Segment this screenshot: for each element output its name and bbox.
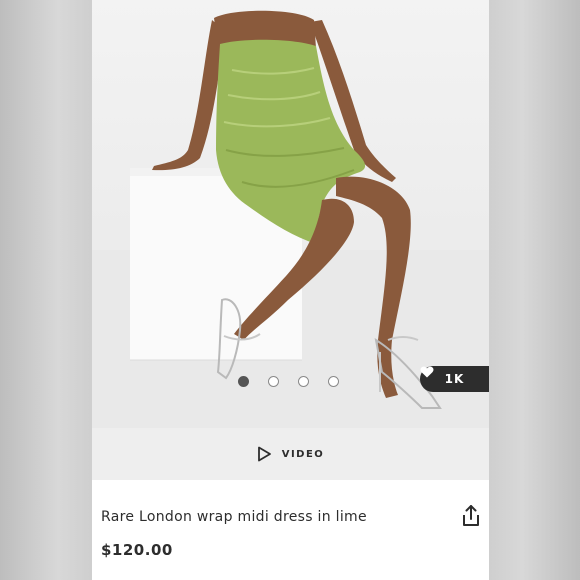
screen: 1K VIDEO Rare London wrap midi dress in …: [0, 0, 580, 580]
model-photo: [92, 10, 489, 428]
play-icon: [257, 446, 271, 462]
carousel-dot-2[interactable]: [268, 376, 279, 387]
product-card: 1K VIDEO Rare London wrap midi dress in …: [92, 0, 489, 580]
share-icon[interactable]: [460, 504, 482, 528]
video-button[interactable]: VIDEO: [92, 428, 489, 480]
carousel-dot-1[interactable]: [238, 376, 249, 387]
likes-count: 1K: [444, 372, 465, 386]
carousel-dot-3[interactable]: [298, 376, 309, 387]
video-label: VIDEO: [281, 448, 325, 460]
likes-button[interactable]: 1K: [420, 366, 489, 392]
product-price: $120.00: [101, 541, 173, 559]
heart-icon: [420, 366, 434, 378]
product-info: Rare London wrap midi dress in lime $120…: [92, 480, 489, 580]
product-image[interactable]: 1K: [92, 0, 489, 428]
product-title: Rare London wrap midi dress in lime: [101, 509, 367, 525]
carousel-dots: [238, 376, 339, 387]
carousel-dot-4[interactable]: [328, 376, 339, 387]
